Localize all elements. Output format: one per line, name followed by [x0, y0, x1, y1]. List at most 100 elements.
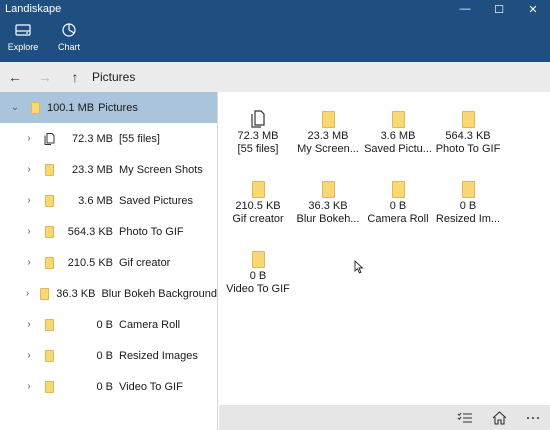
files-icon: [42, 132, 56, 145]
home-icon[interactable]: [482, 405, 516, 430]
checklist-icon[interactable]: [448, 405, 482, 430]
more-options-icon[interactable]: [516, 405, 550, 430]
chart-label: Chart: [57, 42, 80, 52]
hard-drive-icon: [15, 18, 31, 42]
minimize-button[interactable]: —: [448, 0, 482, 18]
tree-item[interactable]: › 72.3 MB [55 files]: [0, 123, 217, 154]
mouse-cursor-icon: [354, 259, 364, 277]
tree-item-size: 23.3 MB: [72, 163, 113, 176]
tree-item-size: 210.5 KB: [67, 256, 113, 269]
tile-item[interactable]: 0 B Video To GIF: [223, 246, 293, 296]
tile-name: Saved Pictu...: [364, 143, 432, 155]
tree-item-name: Camera Roll: [119, 318, 181, 331]
expand-chevron-icon[interactable]: ›: [22, 226, 36, 237]
folder-icon: [42, 256, 56, 269]
tree-item-size: 72.3 MB: [72, 132, 113, 145]
explore-button[interactable]: Explore: [0, 18, 46, 62]
pie-chart-icon: [61, 18, 77, 42]
tree-item[interactable]: › 0 B Camera Roll: [0, 309, 217, 340]
collapse-chevron-icon[interactable]: ⌄: [8, 102, 22, 113]
tree-item[interactable]: › 36.3 KB Blur Bokeh Background: [0, 278, 217, 309]
window-title: Landiskape: [5, 3, 62, 15]
expand-chevron-icon[interactable]: ›: [22, 133, 36, 144]
tree-item[interactable]: › 210.5 KB Gif creator: [0, 247, 217, 278]
tile-name: Camera Roll: [367, 213, 429, 225]
tree-item-name: Blur Bokeh Background: [101, 287, 217, 300]
tile-size: 23.3 MB: [307, 130, 349, 142]
forward-button[interactable]: →: [30, 62, 60, 92]
expand-chevron-icon[interactable]: ›: [22, 350, 36, 361]
navigation-bar: ← → ↑ Pictures: [0, 62, 550, 92]
tree-item-size: 0 B: [96, 380, 113, 393]
folder-icon: [42, 318, 56, 331]
tile-name: Video To GIF: [226, 283, 290, 295]
folder-icon: [293, 176, 363, 198]
explore-label: Explore: [7, 42, 39, 52]
tile-name: Resized Im...: [435, 213, 501, 225]
tree-item-size: 3.6 MB: [78, 194, 113, 207]
tree-item-name: Video To GIF: [119, 380, 183, 393]
tree-item-size: 36.3 KB: [56, 287, 96, 300]
tree-item-name: [55 files]: [119, 132, 160, 145]
tree-item[interactable]: › 0 B Resized Images: [0, 340, 217, 371]
tile-size: 0 B: [459, 200, 477, 212]
folder-icon: [293, 106, 363, 128]
tile-size: 210.5 KB: [235, 200, 281, 212]
up-button[interactable]: ↑: [60, 62, 90, 92]
chart-button[interactable]: Chart: [46, 18, 92, 62]
tree-item[interactable]: › 0 B Video To GIF: [0, 371, 217, 402]
tile-item[interactable]: 3.6 MB Saved Pictu...: [363, 106, 433, 156]
tile-size: 72.3 MB: [237, 130, 279, 142]
tree-item[interactable]: › 564.3 KB Photo To GIF: [0, 216, 217, 247]
tree-item-size: 0 B: [96, 318, 113, 331]
expand-chevron-icon[interactable]: ›: [22, 257, 36, 268]
tile-size: 0 B: [249, 270, 267, 282]
tile-item[interactable]: 36.3 KB Blur Bokeh...: [293, 176, 363, 226]
toolbar-ribbon: Explore Chart: [0, 18, 550, 62]
tile-size: 36.3 KB: [308, 200, 348, 212]
expand-chevron-icon[interactable]: ›: [22, 288, 33, 299]
tile-size: 564.3 KB: [445, 130, 491, 142]
tile-name: My Screen...: [297, 143, 359, 155]
tree-item[interactable]: › 23.3 MB My Screen Shots: [0, 154, 217, 185]
folder-icon: [223, 246, 293, 268]
close-button[interactable]: ✕: [516, 0, 550, 18]
tile-name: [55 files]: [237, 143, 279, 155]
expand-chevron-icon[interactable]: ›: [22, 381, 36, 392]
tree-item-size: 0 B: [96, 349, 113, 362]
tile-item[interactable]: 210.5 KB Gif creator: [223, 176, 293, 226]
back-button[interactable]: ←: [0, 62, 30, 92]
expand-chevron-icon[interactable]: ›: [22, 319, 36, 330]
breadcrumb: Pictures: [92, 70, 136, 84]
maximize-button[interactable]: ☐: [482, 0, 516, 18]
title-bar: Landiskape — ☐ ✕: [0, 0, 550, 18]
tile-name: Gif creator: [232, 213, 284, 225]
tile-item[interactable]: 72.3 MB [55 files]: [223, 106, 293, 156]
tree-item-name: Gif creator: [119, 256, 171, 269]
folder-icon: [42, 225, 56, 238]
tree-root-pictures[interactable]: ⌄ 100.1 MB Pictures: [0, 92, 217, 123]
tree-item-name: My Screen Shots: [119, 163, 203, 176]
tile-name: Photo To GIF: [435, 143, 501, 155]
folder-icon: [363, 176, 433, 198]
tree-item-name: Resized Images: [119, 349, 198, 362]
folder-icon: [42, 194, 56, 207]
expand-chevron-icon[interactable]: ›: [22, 195, 36, 206]
tile-item[interactable]: 0 B Camera Roll: [363, 176, 433, 226]
folder-icon: [39, 287, 50, 300]
folder-icon: [433, 176, 503, 198]
tree-item[interactable]: › 3.6 MB Saved Pictures: [0, 185, 217, 216]
tile-item[interactable]: 564.3 KB Photo To GIF: [433, 106, 503, 156]
bottom-command-bar: [219, 405, 550, 430]
folder-icon: [42, 163, 56, 176]
tree-item-size: 564.3 KB: [67, 225, 113, 238]
tile-item[interactable]: 23.3 MB My Screen...: [293, 106, 363, 156]
expand-chevron-icon[interactable]: ›: [22, 164, 36, 175]
folder-icon: [42, 380, 56, 393]
tree-item-name: Saved Pictures: [119, 194, 193, 207]
folder-icon: [28, 101, 42, 114]
folder-icon: [223, 176, 293, 198]
tile-size: 3.6 MB: [380, 130, 416, 142]
tree-item-size: 100.1 MB: [47, 101, 95, 114]
tile-item[interactable]: 0 B Resized Im...: [433, 176, 503, 226]
